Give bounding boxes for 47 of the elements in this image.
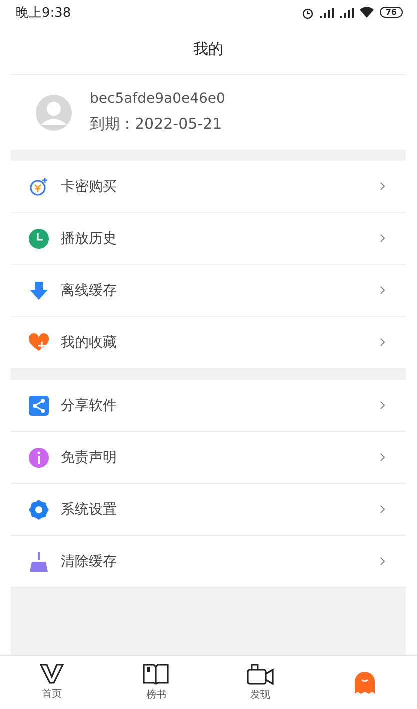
menu-item[interactable]: 分享软件: [11, 380, 406, 432]
alarm-icon: [302, 6, 314, 18]
signal-icon: [320, 8, 334, 18]
menu-label: 分享软件: [61, 396, 118, 414]
chevron-icon: [380, 234, 386, 243]
menu-item[interactable]: 离线缓存: [11, 265, 406, 317]
heart-plus-icon: [29, 332, 49, 352]
menu-item[interactable]: 卡密购买: [11, 161, 406, 213]
status-time: 晚上9:38: [16, 4, 72, 22]
down-arrow-icon: [29, 280, 49, 300]
menu-item[interactable]: 系统设置: [11, 484, 406, 536]
menu-label: 离线缓存: [61, 282, 118, 300]
broom-icon: [29, 552, 49, 572]
expiry-date: 到期：2022-05-21: [90, 115, 224, 134]
wifi-icon: [360, 7, 374, 18]
menu-label: 卡密购买: [61, 178, 118, 196]
avatar-icon: [36, 94, 72, 130]
signal-icon: [340, 8, 354, 18]
chevron-icon: [380, 338, 386, 347]
menu-label: 我的收藏: [61, 334, 118, 352]
clock-icon: [29, 228, 49, 248]
chevron-icon: [380, 286, 386, 295]
chevron-icon: [380, 182, 386, 191]
chevron-icon: [380, 557, 386, 566]
chevron-icon: [380, 453, 386, 462]
chevron-icon: [380, 401, 386, 410]
nav-tab[interactable]: 榜书: [104, 656, 208, 709]
settings-icon: [29, 500, 49, 520]
v-logo-icon: [40, 664, 64, 684]
menu-label: 播放历史: [61, 230, 118, 248]
nav-tab[interactable]: 首页: [0, 656, 104, 709]
menu-item[interactable]: 播放历史: [11, 213, 406, 265]
coin-plus-icon: [29, 176, 49, 196]
menu-label: 清除缓存: [61, 552, 118, 570]
chevron-icon: [380, 505, 386, 514]
share-icon: [29, 396, 49, 416]
page-title: 我的: [11, 25, 406, 75]
menu-item[interactable]: 免责声明: [11, 432, 406, 484]
menu-label: 免责声明: [61, 448, 118, 466]
video-camera-icon: [246, 663, 275, 685]
battery-level: 76: [380, 7, 403, 18]
menu-label: 系统设置: [61, 500, 118, 518]
user-id: bec5afde9a0e46e0: [90, 91, 226, 107]
book-icon: [143, 663, 170, 685]
info-icon: [29, 448, 49, 468]
nav-tab[interactable]: 发现: [208, 656, 313, 709]
mascot-icon: [354, 670, 376, 694]
